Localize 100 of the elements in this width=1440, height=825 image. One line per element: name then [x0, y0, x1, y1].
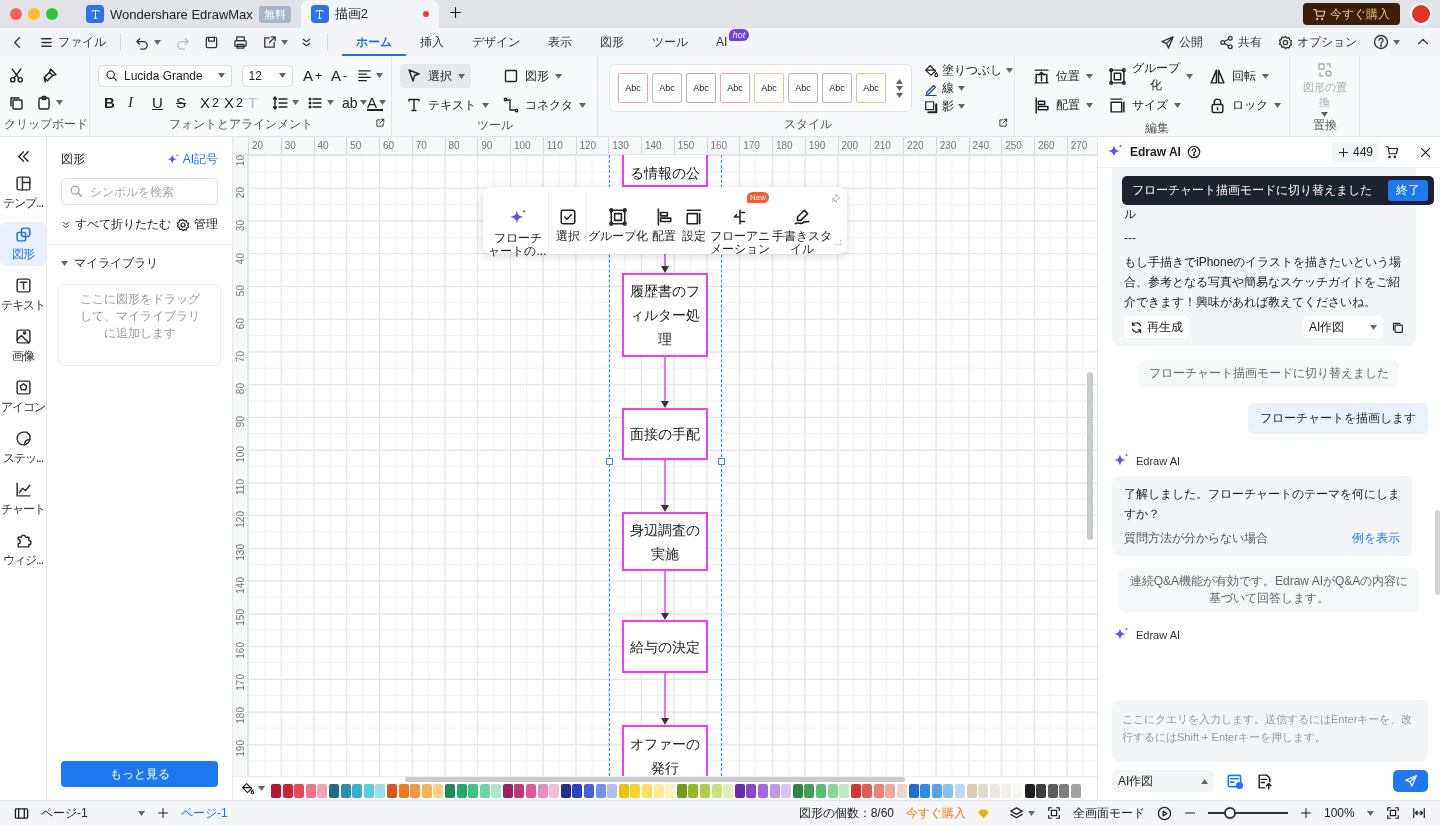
toolbar-button[interactable]: グループ化	[587, 192, 649, 243]
mode-dropdown[interactable]: AI作図	[1112, 770, 1214, 792]
style-swatch[interactable]: Abc	[788, 73, 818, 103]
drop-zone: ここに図形をドラッグして、マイライブラリに追加します	[58, 284, 221, 366]
mode-dropdown[interactable]: AI作図	[1303, 316, 1383, 338]
sidebar-item[interactable]: ステッ...	[0, 426, 46, 470]
toolbar-button[interactable]: New フローアニメーション	[709, 192, 771, 256]
more-button[interactable]: もっと見る	[61, 761, 218, 787]
style-swatch[interactable]: Abc	[618, 73, 648, 103]
collapse-all-button[interactable]: すべて折りたたむ	[61, 216, 171, 233]
tool-button[interactable]: 選択	[400, 64, 471, 88]
font-color-button[interactable]: A	[367, 94, 383, 111]
ribbon-tab[interactable]: 図形	[586, 28, 638, 56]
sidebar-item[interactable]: テキスト	[0, 273, 46, 317]
document-tab[interactable]: 描画2	[300, 0, 439, 28]
font-family-select[interactable]: Lucida Grande	[98, 64, 232, 87]
show-example-link[interactable]: 例を表示	[1352, 528, 1400, 548]
message-text: 了解しました。フローチャートのテーマを何にしますか？	[1124, 486, 1400, 523]
panel-title: Edraw AI	[1130, 145, 1181, 159]
toolbar-button[interactable]: 設定	[679, 192, 709, 243]
edit-button[interactable]: 配置	[1033, 91, 1093, 120]
page-tab[interactable]: ページ-1	[181, 804, 228, 822]
edit-button[interactable]: グループ化	[1109, 62, 1193, 91]
exit-button[interactable]: 終了	[1388, 180, 1428, 201]
buy-button[interactable]: 今すぐ購入	[1303, 3, 1400, 25]
process-box[interactable]: 履歴書のフィルター処理	[622, 273, 708, 357]
process-box[interactable]: 面接の手配	[622, 408, 708, 460]
sidebar-item[interactable]: アイコン	[0, 375, 46, 419]
group-label: 置換	[1312, 117, 1337, 134]
file-menu[interactable]: ファイル	[39, 33, 106, 51]
process-box[interactable]: 身辺調査の実施	[622, 512, 708, 571]
style-swatch[interactable]: Abc	[720, 73, 750, 103]
style-option[interactable]: 影	[924, 98, 1013, 115]
style-swatch[interactable]: Abc	[856, 73, 886, 103]
style-swatch[interactable]: Abc	[686, 73, 716, 103]
sender-name: Edraw AI	[1136, 629, 1181, 641]
regenerate-button[interactable]: 再生成	[1124, 316, 1189, 338]
process-box[interactable]: オファーの発行	[622, 725, 708, 776]
tool-button[interactable]: テキスト	[400, 93, 495, 117]
answer-text: ---	[1124, 230, 1136, 247]
toast-text: フローチャート描画モードに切り替えました	[1132, 182, 1372, 199]
hot-badge: hot	[728, 29, 750, 41]
style-option[interactable]: 塗りつぶし	[924, 62, 1013, 79]
toolbar-button[interactable]: フローチャートの...	[487, 192, 549, 258]
process-box[interactable]: る情報の公	[622, 155, 708, 187]
sidebar-item[interactable]: 画像	[0, 324, 46, 368]
edit-button[interactable]: 回転	[1209, 62, 1281, 91]
tool-button[interactable]: 図形	[497, 64, 568, 88]
fullscreen-button[interactable]: 全画面モード	[1073, 804, 1145, 822]
toolbar-button[interactable]: 共有	[1219, 33, 1262, 51]
ribbon-tab[interactable]: 挿入	[406, 28, 458, 56]
page-select[interactable]: ページ-1	[41, 804, 145, 822]
style-swatch[interactable]: Abc	[652, 73, 682, 103]
system-notice: 連続Q&A機能が有効です。Edraw AIがQ&Aの内容に基づいて回答します。	[1119, 568, 1419, 612]
sidebar-item[interactable]: チャート	[0, 477, 46, 521]
tool-button[interactable]: コネクタ	[497, 93, 592, 117]
group-label: フォントとアラインメント	[167, 116, 314, 133]
edit-button[interactable]: サイズ	[1109, 91, 1193, 120]
zoom-select[interactable]: 100%	[1324, 806, 1374, 820]
toolbar-button[interactable]: 公開	[1160, 33, 1203, 51]
ribbon-tab[interactable]: ホーム	[342, 28, 406, 56]
hint-text: 質問方法が分からない場合	[1124, 530, 1268, 547]
style-option[interactable]: 線	[924, 80, 1013, 97]
ribbon-tab[interactable]: デザイン	[458, 28, 534, 56]
group-label: ツール	[475, 117, 514, 134]
group-label: スタイル	[782, 116, 833, 133]
format-button[interactable]: S	[176, 94, 192, 111]
sender-name: Edraw AI	[1136, 455, 1181, 467]
ribbon-tab[interactable]: ツール	[638, 28, 702, 56]
text-case-button[interactable]: ab	[342, 94, 359, 111]
user-message: フローチャートを描画します	[1248, 403, 1428, 434]
tab-title: Wondershare EdrawMax	[110, 6, 253, 22]
style-swatch[interactable]: Abc	[822, 73, 852, 103]
toolbar-button[interactable]: 選択	[549, 192, 587, 243]
format-button[interactable]: I	[128, 94, 144, 111]
search-field[interactable]: シンボルを検索	[61, 178, 218, 205]
group-label: 編集	[1144, 120, 1170, 137]
ai-symbol-link[interactable]: AI記号	[165, 151, 218, 168]
panel-title: 図形	[61, 151, 85, 168]
style-swatch[interactable]: Abc	[754, 73, 784, 103]
shape-count: 図形の個数：8/60	[798, 804, 894, 822]
library-section[interactable]: マイライブラリ	[47, 245, 232, 272]
answer-text: もし手描きでiPhoneのイラストを描きたいという場合、参考となる写真や簡易なスケッチガイドをご紹介できます！興味があれば教えてくださいね。	[1124, 254, 1403, 311]
font-size-select[interactable]: 12	[241, 64, 293, 87]
process-box[interactable]: 給与の決定	[622, 620, 708, 673]
toolbar-button[interactable]: 手書きスタイル	[771, 192, 833, 256]
edit-button[interactable]: 位置	[1033, 62, 1093, 91]
manage-button[interactable]: 管理	[176, 216, 218, 233]
sidebar-item[interactable]: 図形	[0, 222, 46, 266]
edit-button[interactable]: ロック	[1209, 91, 1281, 120]
sidebar-item[interactable]: ウィジ...	[0, 528, 46, 572]
format-button[interactable]: U	[152, 94, 168, 111]
document-tab[interactable]: Wondershare EdrawMax 無料	[76, 0, 301, 28]
group-label: クリップボード	[4, 116, 85, 133]
sidebar-item[interactable]: テンプ...	[0, 171, 46, 215]
toolbar-button[interactable]: 配置	[649, 192, 679, 243]
query-field[interactable]: ここにクエリを入力します。送信するにはEnterキーを、改行するにはShift + Enterキーを押します。	[1112, 700, 1428, 762]
ribbon-tab[interactable]: 表示	[534, 28, 586, 56]
toolbar-button[interactable]: オプション	[1278, 33, 1357, 51]
format-button[interactable]: B	[104, 94, 120, 111]
